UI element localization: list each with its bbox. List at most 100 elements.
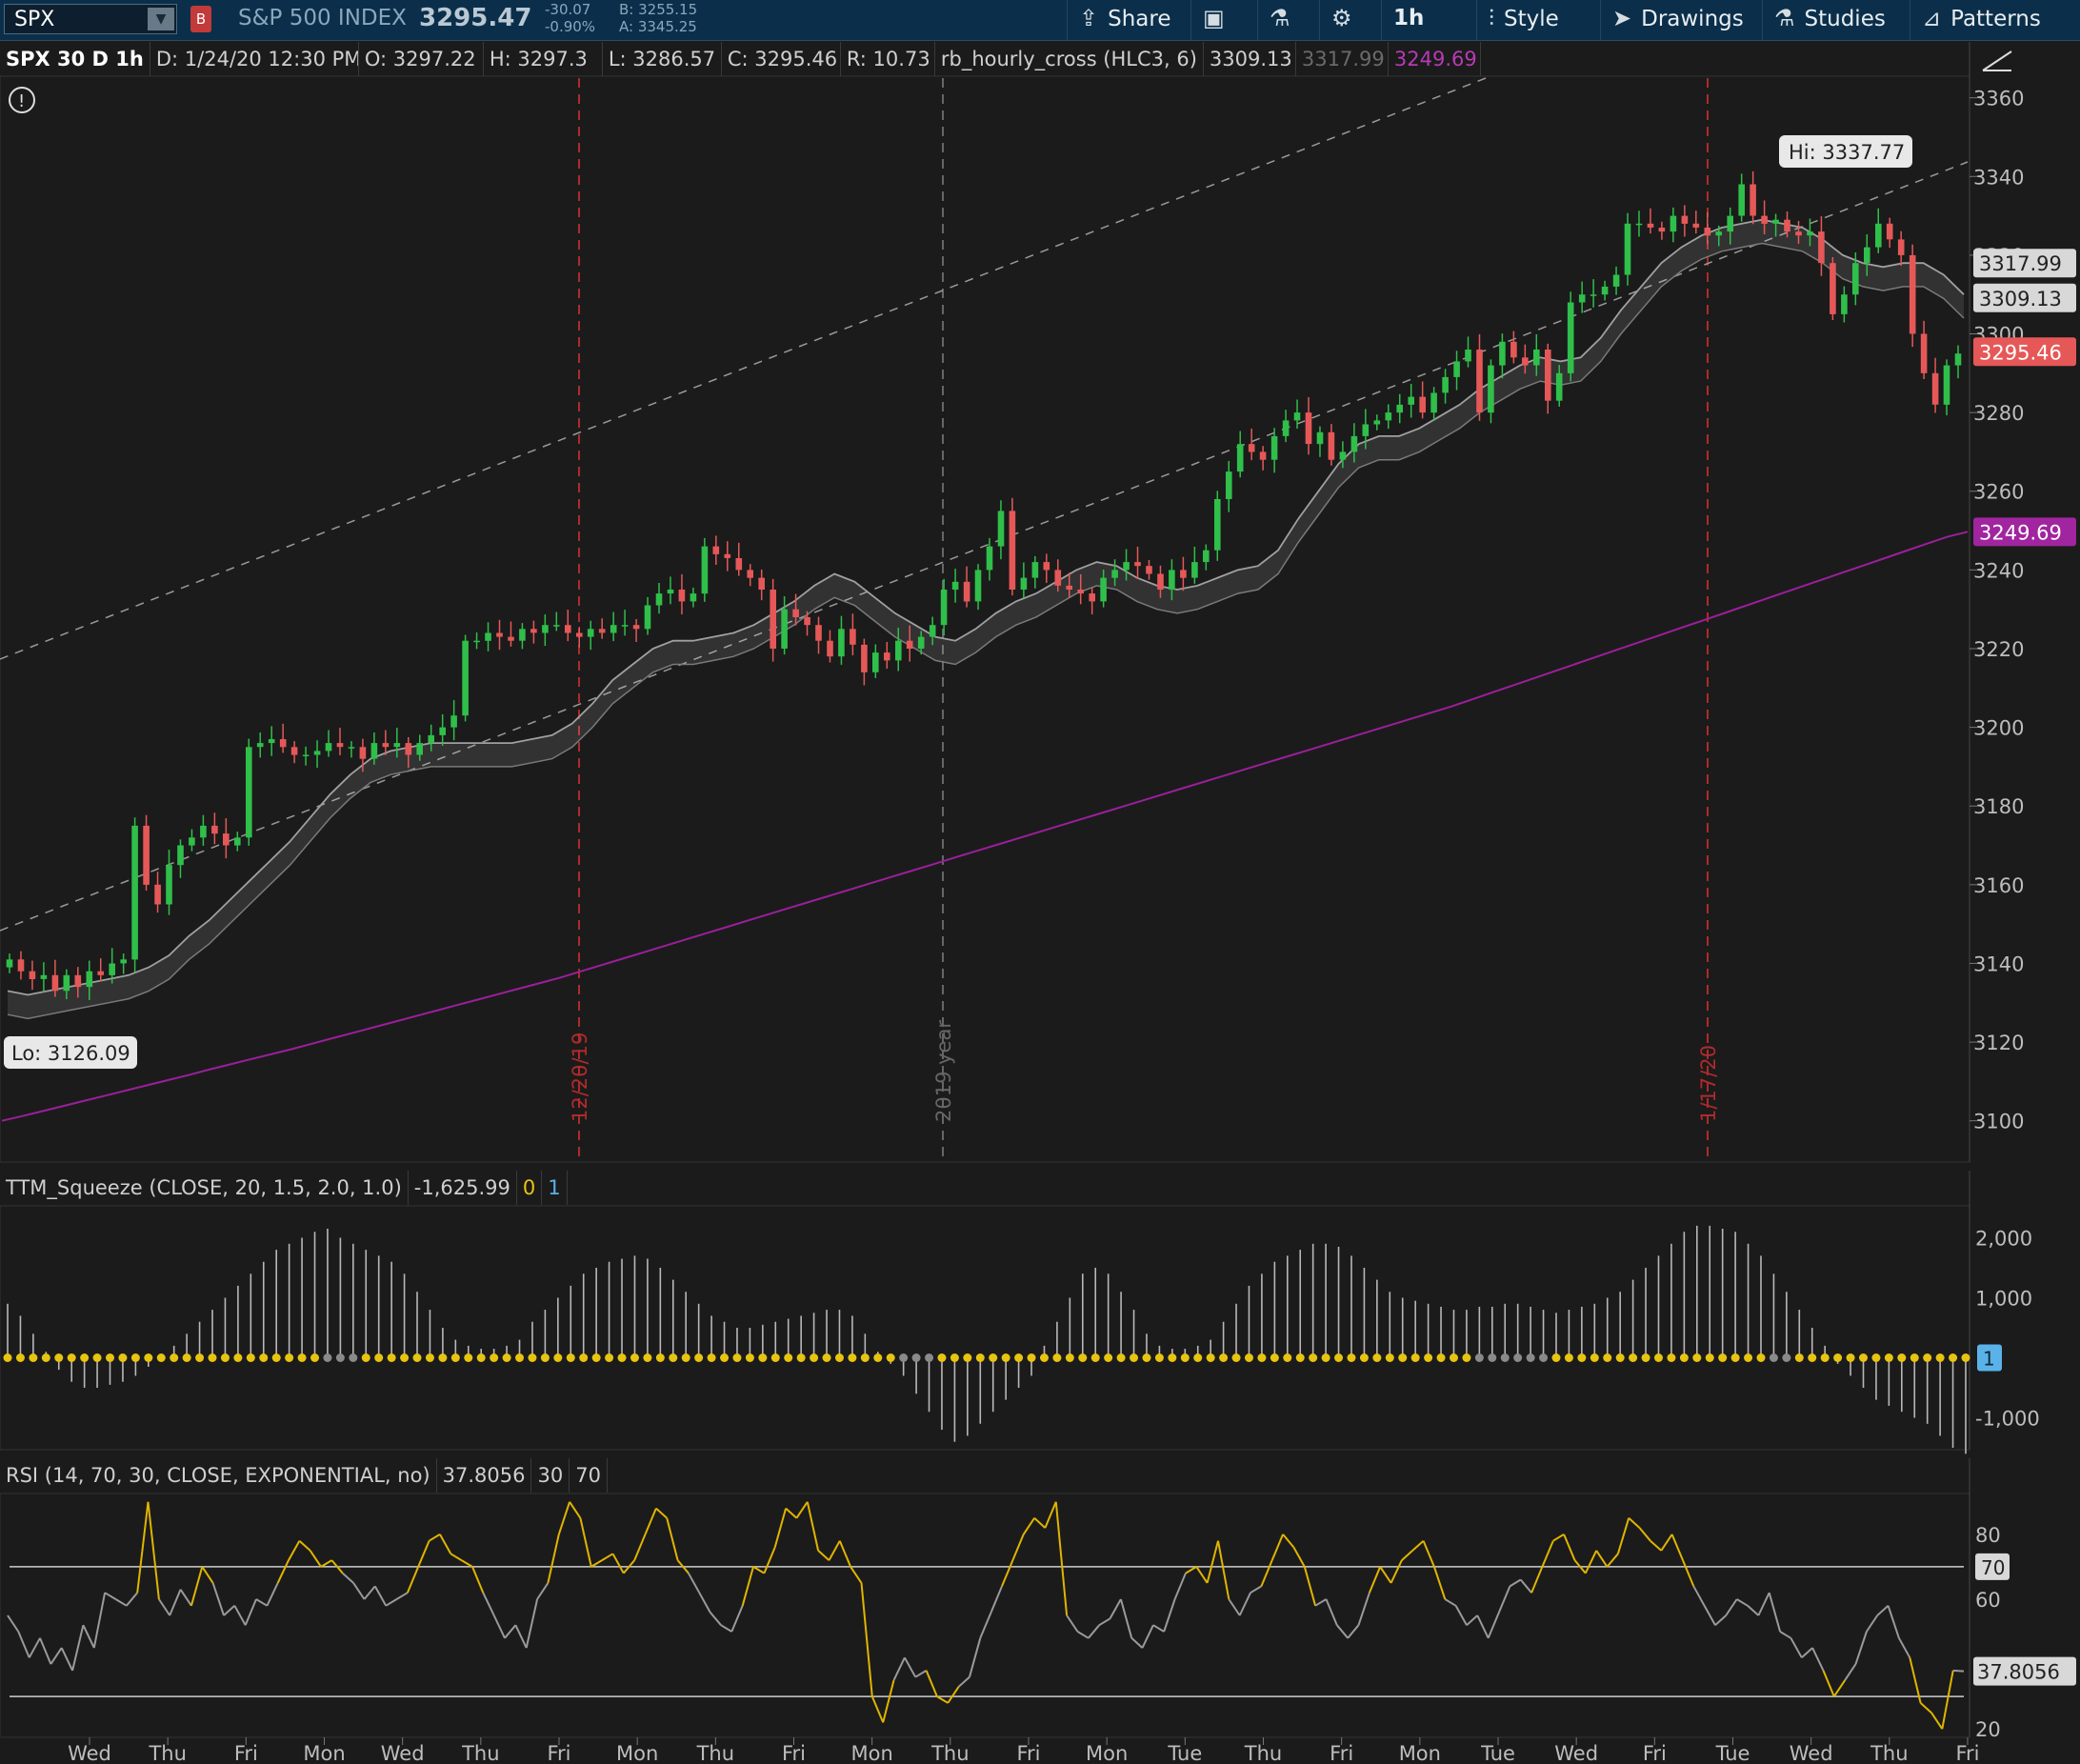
time-axis[interactable]: Wed Thu Fri Mon Wed Thu Fri Mon Thu Fri Mon Thu Fri M… xyxy=(68,50,2012,1764)
rsi-segment xyxy=(1357,1592,1370,1626)
candle-body xyxy=(1350,435,1358,452)
squeeze-dot xyxy=(170,1353,179,1362)
rsi-segment xyxy=(39,1637,52,1665)
chart-symbol-period: SPX 30 D 1h xyxy=(0,42,150,76)
candle-body xyxy=(1180,570,1187,578)
rsi-segment xyxy=(1692,1585,1706,1607)
candle-body xyxy=(850,629,856,645)
x-tick-label: Wed xyxy=(1554,1742,1598,1764)
squeeze-dot xyxy=(271,1353,281,1362)
x-tick-label: Thu xyxy=(1244,1742,1282,1764)
squeeze-dot xyxy=(438,1353,448,1362)
candle-body xyxy=(211,825,218,834)
squeeze-dot xyxy=(630,1353,639,1362)
chevron-down-icon[interactable]: ▼ xyxy=(148,8,174,30)
rsi-segment xyxy=(1422,1540,1435,1568)
rsi-segment xyxy=(342,1572,354,1584)
x-tick-label: Fri xyxy=(1016,1742,1040,1764)
share-button[interactable]: ⇪ Share xyxy=(1067,0,1190,40)
squeeze-dot xyxy=(1359,1353,1369,1362)
candle-body xyxy=(348,747,355,749)
squeeze-dot xyxy=(1154,1353,1164,1362)
candle-body xyxy=(166,865,172,905)
squeeze-dot xyxy=(1065,1353,1074,1362)
squeeze-dot xyxy=(810,1353,819,1362)
price-panel[interactable]: 12/20/19 2019 year 1/17/20 Hi: 3337.77 Lo: 3… xyxy=(0,42,2076,1163)
symbol-input[interactable]: SPX ▼ xyxy=(4,4,177,34)
candle-body xyxy=(1555,372,1563,401)
squeeze-dot xyxy=(1718,1353,1728,1362)
x-tick-label: Thu xyxy=(696,1742,734,1764)
candle-body xyxy=(1100,577,1107,602)
squeeze-dot xyxy=(374,1353,384,1362)
squeeze-dot xyxy=(873,1353,883,1362)
squeeze-dot xyxy=(1692,1353,1702,1362)
rsi-segment xyxy=(1325,1598,1338,1626)
rsi-study-name[interactable]: RSI (14, 70, 30, CLOSE, EXPONENTIAL, no) xyxy=(0,1458,437,1493)
candle-body xyxy=(496,632,503,637)
squeeze-study-name[interactable]: TTM_Squeeze (CLOSE, 20, 1.5, 2.0, 1.0) xyxy=(0,1171,409,1205)
study-value-3: 3249.69 xyxy=(1389,42,1481,76)
rsi-segment xyxy=(709,1611,722,1626)
candle-body xyxy=(1715,231,1722,236)
x-tick-label: Tue xyxy=(1715,1742,1750,1764)
squeeze-dot xyxy=(29,1353,38,1362)
rsi-segment xyxy=(1228,1598,1241,1616)
squeeze-dot xyxy=(1295,1353,1305,1362)
timeframe-button[interactable]: 1h xyxy=(1381,0,1467,40)
squeeze-dot xyxy=(464,1353,473,1362)
rsi-segment xyxy=(860,1582,873,1697)
squeeze-dot xyxy=(989,1353,998,1362)
candle-body xyxy=(1123,562,1130,571)
rsi-oversold: 30 xyxy=(531,1458,570,1493)
squeeze-dot xyxy=(1142,1353,1151,1362)
style-button[interactable]: ⫶ Style xyxy=(1476,0,1600,40)
squeeze-dot xyxy=(540,1353,550,1362)
rsi-current-label: 37.8056 xyxy=(1977,1661,2060,1684)
candle-body xyxy=(1214,499,1221,551)
candle-body xyxy=(951,581,959,591)
candle-body xyxy=(838,629,845,657)
lab-button[interactable]: ⚗ xyxy=(1257,0,1319,40)
rsi-segment xyxy=(1930,1712,1944,1730)
rsi-segment xyxy=(1411,1539,1425,1552)
squeeze-dot xyxy=(1219,1353,1229,1362)
squeeze-dot xyxy=(310,1353,320,1362)
candle-body xyxy=(1875,223,1882,248)
rsi-segment xyxy=(1336,1624,1349,1639)
candle-body xyxy=(986,546,993,571)
rsi-segment xyxy=(1919,1702,1932,1714)
squeeze-dot xyxy=(1667,1353,1676,1362)
candle-body xyxy=(917,636,925,649)
symbol-badge[interactable]: B xyxy=(190,6,211,32)
settings-button[interactable]: ⚙ xyxy=(1319,0,1381,40)
candle-body xyxy=(906,640,913,649)
patterns-button[interactable]: ⊿ Patterns xyxy=(1910,0,2076,40)
rsi-segment xyxy=(82,1624,95,1649)
squeeze-dot xyxy=(130,1353,140,1362)
candle-body xyxy=(1761,215,1768,224)
candle-body xyxy=(1465,350,1471,362)
squeeze-dot xyxy=(1590,1353,1599,1362)
rsi-segment xyxy=(623,1559,635,1574)
study-name[interactable]: rb_hourly_cross (HLC3, 6) xyxy=(935,42,1204,76)
squeeze-dot xyxy=(579,1353,589,1362)
rsi-panel[interactable]: 20 60 80 70 37.8056 xyxy=(0,1458,2076,1741)
candle-body xyxy=(1578,294,1586,303)
squeeze-dot xyxy=(41,1353,50,1362)
rsi-segment xyxy=(126,1592,138,1607)
snapshot-button[interactable]: ▣ xyxy=(1190,0,1257,40)
squeeze-dot xyxy=(1104,1353,1113,1362)
rsi-segment xyxy=(492,1614,506,1639)
rsi-segment xyxy=(914,1670,928,1678)
drawings-button[interactable]: ➤ Drawings xyxy=(1600,0,1752,40)
alert-icon-mark: ! xyxy=(18,91,25,111)
rsi-segment xyxy=(1498,1586,1511,1613)
squeeze-dot xyxy=(720,1353,730,1362)
rsi-segment xyxy=(1638,1527,1651,1542)
squeeze-panel[interactable]: -1,000 1,000 2,000 1 xyxy=(0,1171,2040,1454)
lo-label: Lo: 3126.09 xyxy=(11,1042,130,1065)
squeeze-dot xyxy=(92,1353,102,1362)
squeeze-dot xyxy=(1001,1353,1010,1362)
studies-button[interactable]: ⚗ Studies xyxy=(1762,0,1905,40)
